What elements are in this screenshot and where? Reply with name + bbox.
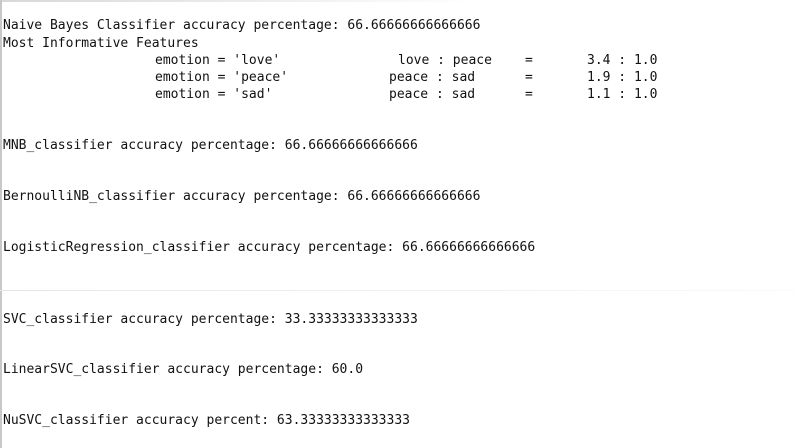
feature-name: emotion = 'love'	[155, 53, 281, 68]
feature-ratio: 1.9 : 1.0	[587, 70, 658, 85]
window-edge-left	[0, 0, 2, 448]
feature-label-pair: peace : sad	[389, 87, 476, 102]
linear-svc-accuracy-line: LinearSVC_classifier accuracy percentage…	[3, 362, 364, 377]
bernoulli-nb-accuracy-line: BernoulliNB_classifier accuracy percenta…	[3, 189, 481, 204]
nu-svc-accuracy-line: NuSVC_classifier accuracy percent: 63.33…	[3, 413, 410, 428]
feature-label-pair: peace : sad	[389, 70, 476, 85]
feature-label-pair: love : peace	[398, 53, 492, 68]
feature-equals: =	[525, 53, 533, 68]
mnb-accuracy-line: MNB_classifier accuracy percentage: 66.6…	[3, 138, 418, 153]
svc-accuracy-line: SVC_classifier accuracy percentage: 33.3…	[3, 312, 418, 327]
logistic-regression-accuracy-line: LogisticRegression_classifier accuracy p…	[3, 240, 536, 255]
terminal-output: Naive Bayes Classifier accuracy percenta…	[0, 0, 795, 448]
feature-equals: =	[525, 87, 533, 102]
feature-name: emotion = 'sad'	[155, 87, 273, 102]
naive-bayes-accuracy-line: Naive Bayes Classifier accuracy percenta…	[3, 18, 481, 33]
feature-name: emotion = 'peace'	[155, 70, 289, 85]
feature-ratio: 3.4 : 1.0	[587, 53, 658, 68]
screenshot-seam	[0, 290, 795, 291]
feature-ratio: 1.1 : 1.0	[587, 87, 658, 102]
feature-equals: =	[525, 70, 533, 85]
most-informative-features-header: Most Informative Features	[3, 36, 199, 51]
window-edge-top	[0, 0, 795, 2]
